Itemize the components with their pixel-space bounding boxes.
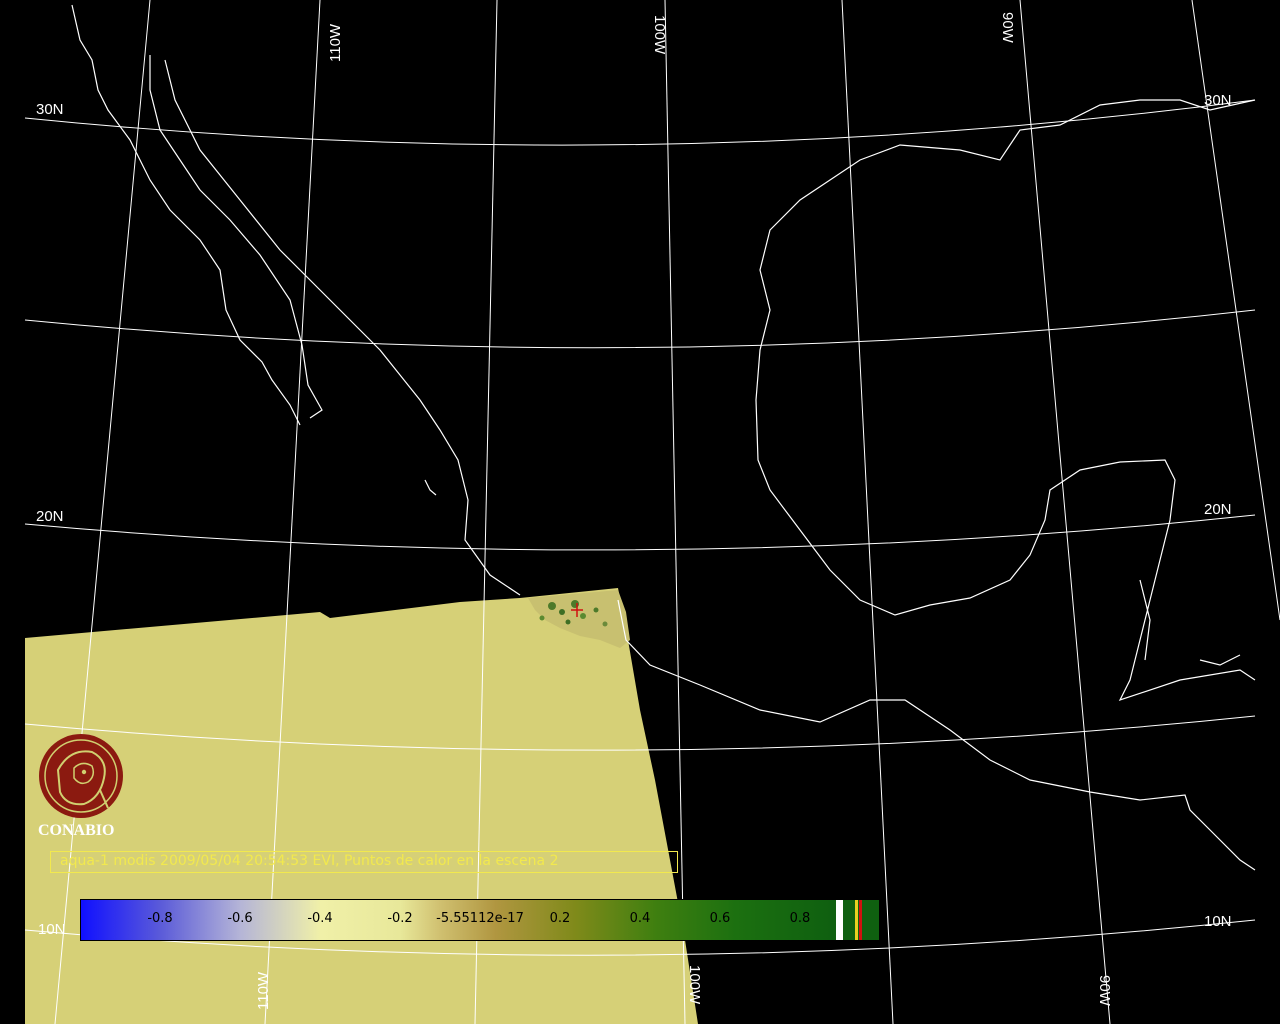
colorbar-stripe: [841, 900, 843, 940]
colorbar-tick-label: -0.8: [147, 911, 173, 926]
colorbar-tick-label: 0.8: [789, 911, 811, 926]
lat-label-20n-left: 20N: [36, 508, 64, 525]
colorbar-tick-label: 0.4: [629, 911, 651, 926]
lon-label-90w-top: 90W: [999, 12, 1016, 44]
map-canvas: 30N 30N 20N 20N 10N 10N 110W 100W 90W 11…: [0, 0, 1280, 1024]
colorbar-tick-label: 0.6: [709, 911, 731, 926]
conabio-logo: [39, 734, 123, 818]
lat-label-30n-left: 30N: [36, 101, 64, 118]
lon-label-100w-top: 100W: [651, 15, 668, 55]
colorbar-tick-label: -0.2: [387, 911, 413, 926]
lat-label-10n-left: 10N: [38, 921, 66, 938]
lon-label-90w-bottom: 90W: [1096, 975, 1113, 1007]
lon-label-110w-bottom: 110W: [255, 971, 272, 1010]
caption-text: aqua-1 modis 2009/05/04 20:54:53 EVI, Pu…: [60, 853, 559, 869]
lon-label-110w-top: 110W: [327, 23, 344, 62]
colorbar-tick-label: -0.6: [227, 911, 253, 926]
colorbar-tick-label: -5.55112e-17: [436, 911, 524, 926]
colorbar-stripe: [855, 900, 858, 940]
lat-label-10n-right: 10N: [1204, 913, 1232, 930]
colorbar-stripe: [859, 900, 862, 940]
colorbar-tick-label: 0.2: [549, 911, 571, 926]
lon-label-100w-bottom: 100W: [686, 965, 703, 1005]
colorbar-tick-label: -0.4: [307, 911, 333, 926]
conabio-wordmark: CONABIO: [38, 822, 115, 839]
lat-label-20n-right: 20N: [1204, 501, 1232, 518]
lat-label-30n-right: 30N: [1204, 92, 1232, 109]
evi-swath: [25, 588, 698, 1024]
